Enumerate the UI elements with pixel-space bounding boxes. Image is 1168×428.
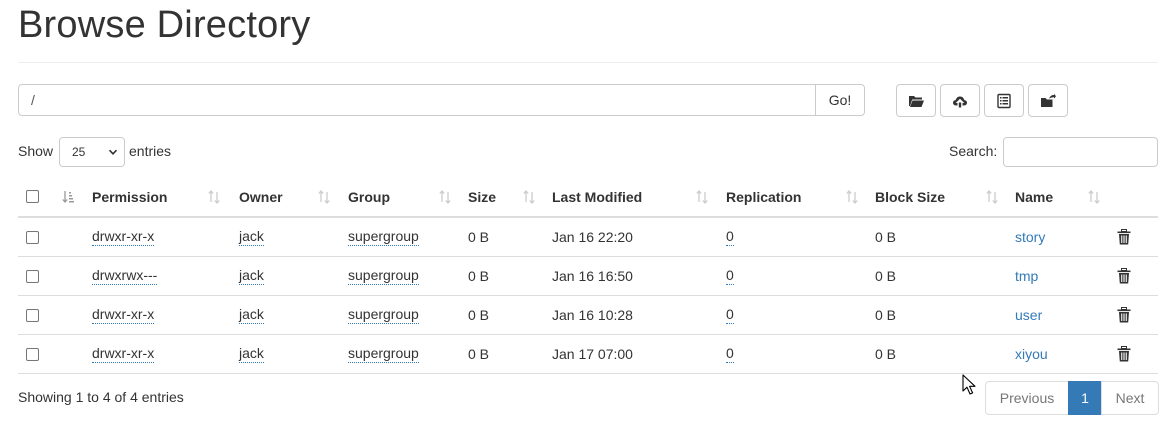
permission-value[interactable]: drwxr-xr-x [92, 228, 155, 246]
folder-open-icon [909, 95, 924, 107]
select-all-checkbox[interactable] [26, 190, 39, 203]
permission-value[interactable]: drwxrwx--- [92, 267, 158, 285]
block-size-value: 0 B [875, 229, 897, 245]
column-header-replication[interactable]: Replication [726, 178, 801, 216]
size-value: 0 B [468, 346, 490, 362]
trash-icon[interactable] [1117, 268, 1131, 284]
sort-icon[interactable] [439, 190, 451, 204]
create-directory-button[interactable] [896, 84, 936, 117]
pagination: Previous 1 Next [985, 381, 1159, 415]
folder-share-icon [1041, 93, 1056, 107]
column-header-group[interactable]: Group [348, 178, 390, 216]
trash-icon[interactable] [1117, 229, 1131, 245]
row-checkbox[interactable] [26, 231, 39, 244]
last-modified-value: Jan 17 07:00 [552, 346, 633, 362]
cut-paste-button[interactable] [984, 84, 1024, 117]
row-checkbox[interactable] [26, 309, 39, 322]
entries-per-page-value: 25 [72, 145, 86, 159]
sort-icon[interactable] [986, 190, 998, 204]
replication-value[interactable]: 0 [726, 306, 734, 324]
sort-icon[interactable] [318, 190, 330, 204]
permission-value[interactable]: drwxr-xr-x [92, 306, 155, 324]
owner-value[interactable]: jack [239, 306, 264, 324]
column-header-name[interactable]: Name [1015, 178, 1053, 216]
owner-value[interactable]: jack [239, 267, 264, 285]
column-header-owner[interactable]: Owner [239, 178, 283, 216]
move-button[interactable] [1028, 84, 1068, 117]
sort-icon[interactable] [523, 190, 535, 204]
sort-asc-icon[interactable] [62, 190, 74, 204]
entries-label: entries [129, 143, 172, 159]
column-header-size[interactable]: Size [468, 178, 496, 216]
owner-value[interactable]: jack [239, 345, 264, 363]
group-value[interactable]: supergroup [348, 267, 419, 285]
row-checkbox[interactable] [26, 270, 39, 283]
group-value[interactable]: supergroup [348, 306, 419, 324]
title-divider [18, 62, 1158, 63]
entries-per-page-select[interactable]: 25 [59, 137, 125, 167]
cloud-upload-icon [953, 96, 967, 107]
previous-page-button[interactable]: Previous [985, 381, 1069, 415]
sort-icon[interactable] [696, 190, 708, 204]
file-name-link[interactable]: tmp [1015, 268, 1038, 284]
table-info: Showing 1 to 4 of 4 entries [18, 389, 184, 405]
replication-value[interactable]: 0 [726, 345, 734, 363]
column-header-permission[interactable]: Permission [92, 178, 167, 216]
trash-icon[interactable] [1117, 346, 1131, 362]
replication-value[interactable]: 0 [726, 267, 734, 285]
browse-directory-page: Browse Directory Go! Show [0, 0, 1168, 428]
search-input[interactable] [1003, 137, 1158, 167]
table-row: drwxr-xr-x jack supergroup 0 B Jan 16 10… [18, 296, 1158, 335]
permission-value[interactable]: drwxr-xr-x [92, 345, 155, 363]
table-row: drwxrwx--- jack supergroup 0 B Jan 16 16… [18, 257, 1158, 296]
table-row: drwxr-xr-x jack supergroup 0 B Jan 16 22… [18, 218, 1158, 257]
go-button[interactable]: Go! [815, 84, 865, 116]
group-value[interactable]: supergroup [348, 345, 419, 363]
next-page-button[interactable]: Next [1101, 381, 1159, 415]
sort-icon[interactable] [1088, 190, 1100, 204]
column-header-block-size[interactable]: Block Size [875, 178, 945, 216]
size-value: 0 B [468, 268, 490, 284]
last-modified-value: Jan 16 10:28 [552, 307, 633, 323]
directory-table: Permission Owner Group Size Last Modifie… [18, 178, 1158, 374]
chevron-down-icon [108, 149, 118, 155]
column-header-last-modified[interactable]: Last Modified [552, 178, 642, 216]
sort-icon[interactable] [208, 190, 220, 204]
directory-path-input[interactable] [18, 84, 816, 116]
file-name-link[interactable]: user [1015, 307, 1042, 323]
page-title: Browse Directory [18, 4, 311, 46]
file-name-link[interactable]: story [1015, 229, 1045, 245]
block-size-value: 0 B [875, 346, 897, 362]
show-label: Show [18, 143, 54, 159]
owner-value[interactable]: jack [239, 228, 264, 246]
trash-icon[interactable] [1117, 307, 1131, 323]
block-size-value: 0 B [875, 268, 897, 284]
table-row: drwxr-xr-x jack supergroup 0 B Jan 17 07… [18, 335, 1158, 374]
table-header: Permission Owner Group Size Last Modifie… [18, 178, 1158, 218]
block-size-value: 0 B [875, 307, 897, 323]
mouse-cursor-icon [962, 374, 976, 395]
list-alt-icon [997, 93, 1011, 108]
upload-file-button[interactable] [940, 84, 980, 117]
search-label: Search: [949, 143, 998, 159]
last-modified-value: Jan 16 22:20 [552, 229, 633, 245]
file-name-link[interactable]: xiyou [1015, 346, 1048, 362]
row-checkbox[interactable] [26, 348, 39, 361]
last-modified-value: Jan 16 16:50 [552, 268, 633, 284]
replication-value[interactable]: 0 [726, 228, 734, 246]
size-value: 0 B [468, 307, 490, 323]
sort-icon[interactable] [846, 190, 858, 204]
size-value: 0 B [468, 229, 490, 245]
page-1-button[interactable]: 1 [1068, 381, 1102, 415]
group-value[interactable]: supergroup [348, 228, 419, 246]
